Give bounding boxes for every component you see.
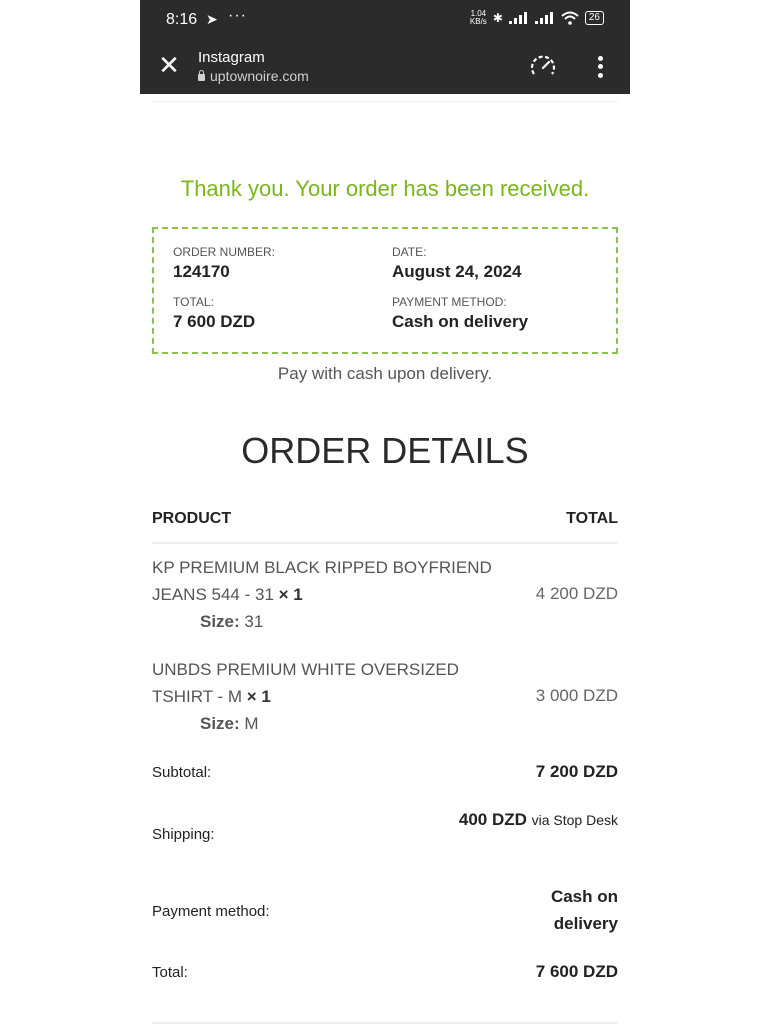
total-label: Total: <box>152 964 188 981</box>
item-name[interactable]: KP PREMIUM BLACK RIPPED BOYFRIEND JEANS … <box>152 558 492 604</box>
item-total: 4 200 DZD <box>535 584 618 603</box>
header-divider <box>152 542 618 544</box>
order-item: KP PREMIUM BLACK RIPPED BOYFRIEND JEANS … <box>152 554 502 635</box>
tab-title: Instagram <box>198 49 265 66</box>
item-total: 3 000 DZD <box>535 686 618 705</box>
order-item: UNBDS PREMIUM WHITE OVERSIZED TSHIRT - M… <box>152 656 502 737</box>
total-value: 7 600 DZD <box>535 962 618 981</box>
lock-icon <box>198 69 205 81</box>
wifi-icon <box>561 11 579 25</box>
network-speed: 1.04 KB/s <box>469 9 487 26</box>
close-button[interactable]: ✕ <box>156 52 182 78</box>
payment-method: Cash on delivery <box>392 312 529 331</box>
page-content: Thank you. Your order has been received.… <box>152 94 618 1024</box>
payment-method-label: PAYMENT METHOD: <box>392 295 507 309</box>
menu-dot <box>597 55 603 61</box>
order-details-title: ORDER DETAILS <box>241 430 529 471</box>
item-name[interactable]: UNBDS PREMIUM WHITE OVERSIZED TSHIRT - M <box>152 660 459 706</box>
thank-you-message: Thank you. Your order has been received. <box>180 176 590 201</box>
menu-dot <box>597 73 603 79</box>
signal-icon <box>508 12 527 24</box>
shipping-label: Shipping: <box>152 826 215 843</box>
order-summary-box: ORDER NUMBER: 124170 DATE: August 24, 20… <box>152 227 618 354</box>
top-divider <box>152 94 618 102</box>
status-icons: 1.04 KB/s ✱ 26 <box>470 10 604 26</box>
battery-icon: 26 <box>584 11 604 25</box>
payment-note: Pay with cash upon delivery. <box>277 364 493 383</box>
total-column-header: TOTAL <box>566 510 618 527</box>
payment-method-value: Cash on delivery <box>550 887 618 933</box>
url-display[interactable]: uptownoire.com <box>198 68 309 84</box>
status-time: 8:16 <box>166 11 198 28</box>
product-column-header: PRODUCT <box>152 510 232 527</box>
date-label: DATE: <box>392 245 427 259</box>
phone-screen: 8:16 ➤ ··· 1.04 KB/s ✱ 26 ✕ Instagram up… <box>140 0 630 1024</box>
status-bar: 8:16 ➤ ··· 1.04 KB/s ✱ 26 <box>140 0 630 40</box>
order-number-label: ORDER NUMBER: <box>173 245 276 259</box>
size-label: Size: <box>200 612 240 631</box>
total-label: TOTAL: <box>173 295 214 309</box>
size-value: M <box>244 714 259 733</box>
order-total: 7 600 DZD <box>173 312 256 331</box>
subtotal-label: Subtotal: <box>152 764 212 781</box>
more-options-button[interactable] <box>590 54 610 80</box>
telegram-icon: ➤ <box>206 11 218 27</box>
size-value: 31 <box>244 612 264 631</box>
item-size: Size: M <box>152 710 502 737</box>
signal-icon-2 <box>534 12 553 24</box>
item-quantity: × 1 <box>246 687 271 706</box>
item-size: Size: 31 <box>152 608 502 635</box>
subtotal-value: 7 200 DZD <box>535 762 618 781</box>
more-notifications-icon: ··· <box>228 7 247 24</box>
bluetooth-icon: ✱ <box>492 11 503 25</box>
item-quantity: × 1 <box>278 585 303 604</box>
shipping-method: via Stop Desk <box>531 812 618 828</box>
payment-method-label: Payment method: <box>152 903 270 920</box>
size-label: Size: <box>200 714 240 733</box>
browser-bar: ✕ Instagram uptownoire.com <box>140 40 630 94</box>
speedometer-icon[interactable] <box>528 52 558 82</box>
shipping-value: 400 DZD via Stop Desk <box>458 806 618 834</box>
url-text: uptownoire.com <box>210 68 309 84</box>
shipping-cost: 400 DZD <box>458 810 527 829</box>
order-number: 124170 <box>173 262 230 281</box>
order-date: August 24, 2024 <box>392 262 522 281</box>
menu-dot <box>597 64 603 70</box>
